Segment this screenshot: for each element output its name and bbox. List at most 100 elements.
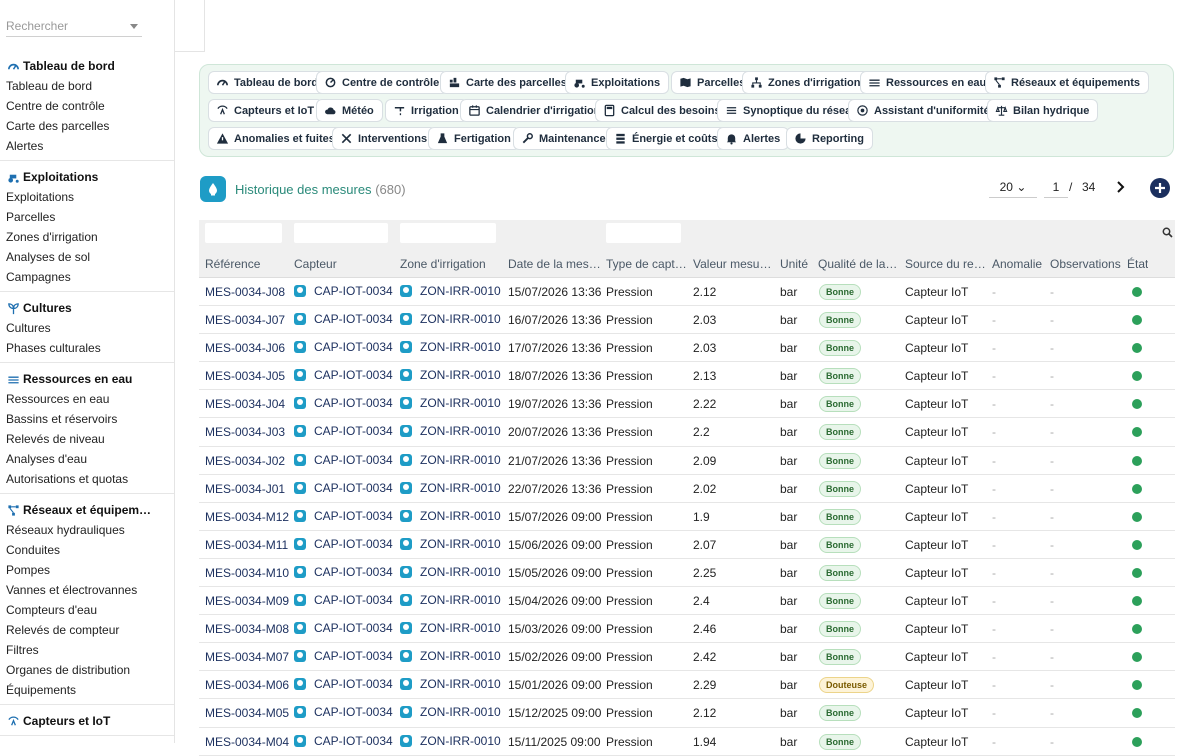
table-row[interactable]: MES-0034-J01 CAP-IOT-0034 ZON-IRR-0010 22/0… (199, 475, 1175, 503)
sensor-link[interactable]: CAP-IOT-0034 (294, 537, 393, 551)
quick-nav-chip[interactable]: Anomalies et fuites (208, 127, 344, 150)
quick-nav-chip[interactable]: Interventions (332, 127, 437, 150)
sensor-link[interactable]: CAP-IOT-0034 (294, 312, 393, 326)
filter-zone-input[interactable] (400, 223, 496, 243)
sidebar-item[interactable]: Alertes (0, 136, 174, 156)
table-row[interactable]: MES-0034-J06 CAP-IOT-0034 ZON-IRR-0010 17/0… (199, 334, 1175, 363)
zone-link[interactable]: ZON-IRR-0010 (400, 396, 501, 410)
sidebar-item[interactable]: Relevés de compteur (0, 620, 174, 640)
zone-link[interactable]: ZON-IRR-0010 (400, 621, 501, 635)
quick-nav-chip[interactable]: Ressources en eau (860, 71, 996, 94)
sidebar-item[interactable]: Analyses de sol (0, 247, 174, 267)
table-row[interactable]: MES-0034-J03 CAP-IOT-0034 ZON-IRR-0010 20/0… (199, 418, 1175, 447)
quick-nav-chip[interactable]: Exploitations (565, 71, 670, 94)
table-row[interactable]: MES-0034-M12 CAP-IOT-0034 ZON-IRR-0010 15/0… (199, 503, 1175, 531)
column-header[interactable]: Source du re… (905, 257, 986, 271)
reference-link[interactable]: MES-0034-M11 (205, 538, 288, 552)
table-row[interactable]: MES-0034-M11 CAP-IOT-0034 ZON-IRR-0010 15/0… (199, 531, 1175, 559)
quick-nav-chip[interactable]: Énergie et coûts (606, 127, 727, 150)
quick-nav-chip[interactable]: Tableau de bord (208, 71, 328, 94)
column-header[interactable]: Anomalie (992, 257, 1042, 271)
quick-nav-chip[interactable]: Zones d'irrigation (742, 71, 870, 94)
quick-nav-chip[interactable]: Bilan hydrique (987, 99, 1099, 122)
sensor-link[interactable]: CAP-IOT-0034 (294, 621, 393, 635)
sidebar-section-title[interactable]: Réseaux et équipem… (0, 500, 174, 520)
sidebar-item[interactable]: Parcelles (0, 207, 174, 227)
table-row[interactable]: MES-0034-J02 CAP-IOT-0034 ZON-IRR-0010 21/0… (199, 447, 1175, 475)
sidebar-item[interactable]: Tableau de bord (0, 76, 174, 96)
reference-link[interactable]: MES-0034-J07 (205, 313, 285, 327)
quick-nav-chip[interactable]: Fertigation (428, 127, 520, 150)
zone-link[interactable]: ZON-IRR-0010 (400, 677, 501, 691)
zone-link[interactable]: ZON-IRR-0010 (400, 312, 501, 326)
sensor-link[interactable]: CAP-IOT-0034 (294, 593, 393, 607)
reference-link[interactable]: MES-0034-M06 (205, 678, 289, 692)
sensor-link[interactable]: CAP-IOT-0034 (294, 284, 393, 298)
reference-link[interactable]: MES-0034-M05 (205, 706, 289, 720)
sidebar-item[interactable]: Zones d'irrigation (0, 227, 174, 247)
add-button[interactable] (1150, 178, 1170, 198)
zone-link[interactable]: ZON-IRR-0010 (400, 593, 501, 607)
column-header[interactable]: Capteur (294, 257, 337, 271)
column-header[interactable]: Zone d'irrigation (400, 257, 486, 271)
sidebar-item[interactable]: Carte des parcelles (0, 116, 174, 136)
reference-link[interactable]: MES-0034-J01 (205, 482, 285, 496)
sidebar-item[interactable]: Compteurs d'eau (0, 600, 174, 620)
sensor-link[interactable]: CAP-IOT-0034 (294, 649, 393, 663)
zone-link[interactable]: ZON-IRR-0010 (400, 368, 501, 382)
quick-nav-chip[interactable]: Calcul des besoins (595, 99, 730, 122)
zone-link[interactable]: ZON-IRR-0010 (400, 340, 501, 354)
table-row[interactable]: MES-0034-M05 CAP-IOT-0034 ZON-IRR-0010 15/1… (199, 699, 1175, 728)
zone-link[interactable]: ZON-IRR-0010 (400, 424, 501, 438)
zone-link[interactable]: ZON-IRR-0010 (400, 649, 501, 663)
sensor-link[interactable]: CAP-IOT-0034 (294, 368, 393, 382)
sidebar-item[interactable]: Ressources en eau (0, 389, 174, 409)
quick-nav-chip[interactable]: Carte des parcelles (440, 71, 576, 94)
reference-link[interactable]: MES-0034-M12 (205, 510, 289, 524)
column-header[interactable]: État (1127, 257, 1148, 271)
table-row[interactable]: MES-0034-M08 CAP-IOT-0034 ZON-IRR-0010 15/0… (199, 615, 1175, 644)
sidebar-section-title[interactable]: Capteurs et IoT (0, 711, 174, 731)
sidebar-item[interactable]: Organes de distribution (0, 660, 174, 680)
reference-link[interactable]: MES-0034-M09 (205, 594, 289, 608)
quick-nav-chip[interactable]: Assistant d'uniformité (848, 99, 999, 122)
sensor-link[interactable]: CAP-IOT-0034 (294, 734, 393, 748)
table-row[interactable]: MES-0034-M10 CAP-IOT-0034 ZON-IRR-0010 15/0… (199, 559, 1175, 588)
table-row[interactable]: MES-0034-M07 CAP-IOT-0034 ZON-IRR-0010 15/0… (199, 643, 1175, 672)
quick-nav-chip[interactable]: Réseaux et équipements (985, 71, 1149, 94)
sensor-link[interactable]: CAP-IOT-0034 (294, 481, 393, 495)
reference-link[interactable]: MES-0034-M08 (205, 622, 289, 636)
reference-link[interactable]: MES-0034-J06 (205, 341, 285, 355)
table-row[interactable]: MES-0034-J05 CAP-IOT-0034 ZON-IRR-0010 18/0… (199, 362, 1175, 391)
reference-link[interactable]: MES-0034-M07 (205, 650, 289, 664)
sidebar-item[interactable]: Réseaux hydrauliques (0, 520, 174, 540)
sensor-link[interactable]: CAP-IOT-0034 (294, 396, 393, 410)
sidebar-item[interactable]: Analyses d'eau (0, 449, 174, 469)
zone-link[interactable]: ZON-IRR-0010 (400, 509, 501, 523)
sidebar-item[interactable]: Relevés de niveau (0, 429, 174, 449)
sidebar-item[interactable]: Phases culturales (0, 338, 174, 358)
quick-nav-chip[interactable]: Alertes (717, 127, 790, 150)
search-icon[interactable] (1162, 227, 1173, 238)
sidebar-item[interactable]: Pompes (0, 560, 174, 580)
zone-link[interactable]: ZON-IRR-0010 (400, 705, 501, 719)
zone-link[interactable]: ZON-IRR-0010 (400, 453, 501, 467)
sidebar-item[interactable]: Vannes et électrovannes (0, 580, 174, 600)
reference-link[interactable]: MES-0034-J05 (205, 369, 285, 383)
reference-link[interactable]: MES-0034-M04 (205, 735, 289, 749)
zone-link[interactable]: ZON-IRR-0010 (400, 734, 501, 748)
sidebar-item[interactable]: Conduites (0, 540, 174, 560)
current-page-input[interactable]: 1 (1044, 178, 1068, 198)
sidebar-item[interactable]: Centre de contrôle (0, 96, 174, 116)
column-header[interactable]: Référence (205, 257, 260, 271)
quick-nav-chip[interactable]: Irrigation (385, 99, 468, 122)
filter-type-input[interactable] (606, 223, 681, 243)
sidebar-item[interactable]: Campagnes (0, 267, 174, 287)
sensor-link[interactable]: CAP-IOT-0034 (294, 453, 393, 467)
sidebar-item[interactable]: Cultures (0, 318, 174, 338)
quick-nav-chip[interactable]: Maintenance (513, 127, 615, 150)
sensor-link[interactable]: CAP-IOT-0034 (294, 509, 393, 523)
table-row[interactable]: MES-0034-J07 CAP-IOT-0034 ZON-IRR-0010 16/0… (199, 306, 1175, 335)
sidebar-section-title[interactable]: Tableau de bord (0, 56, 174, 76)
table-row[interactable]: MES-0034-J04 CAP-IOT-0034 ZON-IRR-0010 19/0… (199, 390, 1175, 419)
